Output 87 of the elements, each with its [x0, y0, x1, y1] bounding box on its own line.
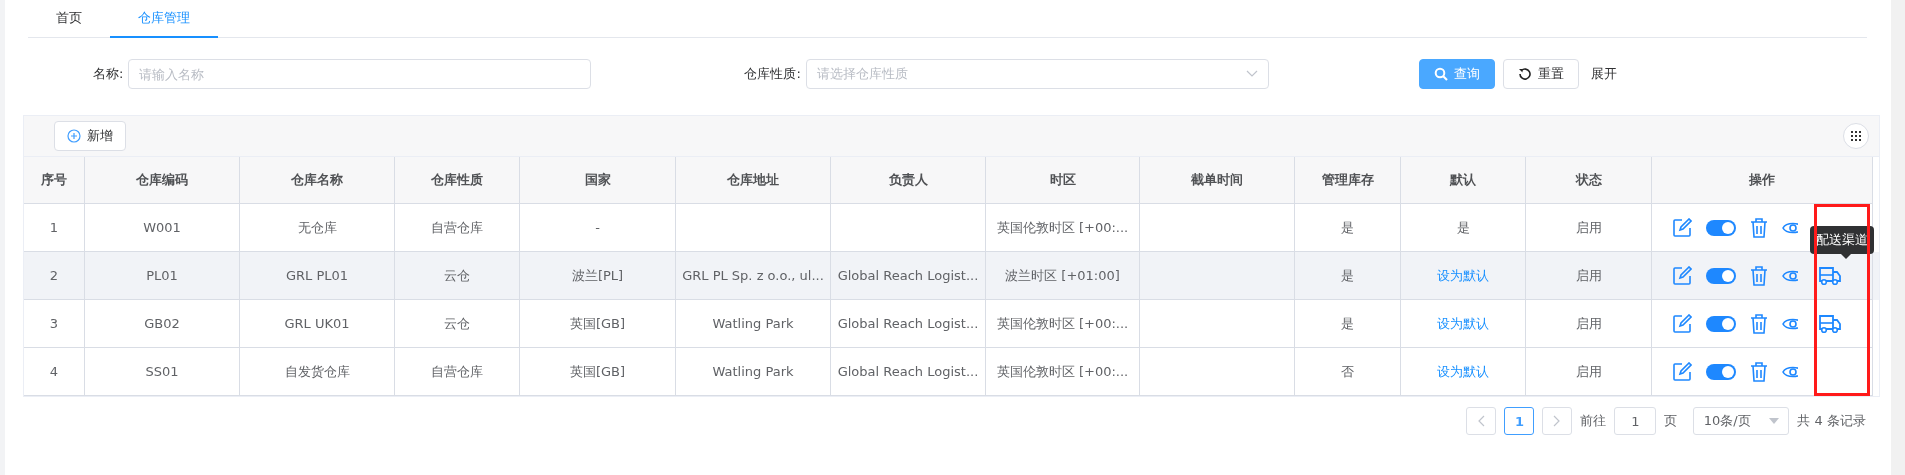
table-cell: 英国伦敦时区 [+00:... [986, 348, 1140, 396]
tooltip: 配送渠道 [1810, 226, 1874, 254]
table-cell: 英国伦敦时区 [+00:... [986, 300, 1140, 348]
plus-circle-icon [67, 129, 81, 143]
table-cell: Watling Park [676, 300, 831, 348]
table-cell: GRL PL Sp. z o.o., ul... [676, 252, 831, 300]
table-cell: 2 [24, 252, 85, 300]
column-header: 操作 [1652, 157, 1873, 204]
trash-icon[interactable] [1750, 313, 1768, 334]
table-cell: 启用 [1526, 252, 1652, 300]
table-row[interactable]: 4 SS01 自发货仓库 自营仓库 英国[GB] Watling Park Global Reach Logist... 英国伦敦时区 [+00:... 否 设为默认 启用 [24, 348, 1879, 396]
grid-icon [1850, 130, 1862, 142]
column-header: 负责人 [831, 157, 986, 204]
trash-icon[interactable] [1750, 217, 1768, 238]
toggle-switch[interactable] [1706, 315, 1736, 332]
truck-icon[interactable] [1818, 313, 1842, 334]
table-cell: 启用 [1526, 300, 1652, 348]
caret-icon [1769, 418, 1780, 424]
table-cell: 波兰[PL] [520, 252, 676, 300]
column-header: 截单时间 [1140, 157, 1295, 204]
set-default-link[interactable]: 设为默认 [1437, 314, 1489, 333]
table-cell: 波兰时区 [+01:00] [986, 252, 1140, 300]
table-cell: 是 [1456, 218, 1470, 237]
field-label: 仓库性质: [744, 65, 801, 83]
column-settings-button[interactable] [1843, 123, 1869, 149]
edit-icon[interactable] [1672, 217, 1692, 238]
table-cell: GB02 [85, 300, 240, 348]
chevron-right-icon [1553, 415, 1562, 427]
table-row[interactable]: 3 GB02 GRL UK01 云仓 英国[GB] Watling Park Global Reach Logist... 英国伦敦时区 [+00:... 是 设为默认 启用 [24, 300, 1879, 348]
table-cell: 自发货仓库 [240, 348, 395, 396]
column-header: 管理库存 [1295, 157, 1401, 204]
column-header: 仓库地址 [676, 157, 831, 204]
tooltip-arrow [1841, 254, 1851, 259]
page-size-select[interactable]: 10条/页 [1693, 407, 1790, 435]
table-cell: Watling Park [676, 348, 831, 396]
column-header: 仓库性质 [395, 157, 520, 204]
table-cell: GRL PL01 [240, 252, 395, 300]
refresh-icon [1517, 67, 1532, 81]
edit-icon[interactable] [1672, 361, 1692, 382]
column-header: 序号 [24, 157, 85, 204]
tab[interactable]: 首页 [28, 0, 110, 38]
chevron-icon [1245, 70, 1258, 78]
column-header: 状态 [1526, 157, 1652, 204]
table-cell: 是 [1295, 252, 1401, 300]
toggle-switch[interactable] [1706, 219, 1736, 236]
table-row[interactable]: 2 PL01 GRL PL01 云仓 波兰[PL] GRL PL Sp. z o.o., ul... Global Reach Logist... 波兰时区 [+01:00] 是 设为默认 启用 [24, 252, 1879, 300]
trash-icon[interactable] [1750, 265, 1768, 286]
page-number-field[interactable]: 1 [1614, 407, 1657, 435]
table-cell: 自营仓库 [395, 348, 520, 396]
column-header: 国家 [520, 157, 676, 204]
chevron-left-icon [1477, 415, 1486, 427]
total-count: 共 4 条记录 [1797, 412, 1866, 430]
column-header: 默认 [1401, 157, 1526, 204]
truck-icon[interactable] [1818, 265, 1842, 286]
table-cell: Global Reach Logist... [831, 300, 986, 348]
column-header: 仓库编码 [85, 157, 240, 204]
table-cell: 3 [24, 300, 85, 348]
tab[interactable]: 仓库管理 [110, 0, 218, 38]
goto-label: 前往 [1580, 412, 1607, 430]
table-cell: 云仓 [395, 300, 520, 348]
table-cell: 英国[GB] [520, 348, 676, 396]
toggle-switch[interactable] [1706, 363, 1736, 380]
table-cell: 云仓 [395, 252, 520, 300]
table-cell: GRL UK01 [240, 300, 395, 348]
table-cell: Global Reach Logist... [831, 252, 986, 300]
expand-link[interactable]: 展开 [1584, 64, 1623, 84]
table-cell: 否 [1295, 348, 1401, 396]
input-field[interactable]: 请输入名称 [128, 59, 592, 89]
search-icon [1433, 67, 1448, 81]
column-header: 仓库名称 [240, 157, 395, 204]
set-default-link[interactable]: 设为默认 [1437, 362, 1489, 381]
table-cell: 是 [1295, 300, 1401, 348]
add-button[interactable]: 新增 [54, 121, 126, 151]
edit-icon[interactable] [1672, 313, 1692, 334]
table-cell: SS01 [85, 348, 240, 396]
toggle-switch[interactable] [1706, 267, 1736, 284]
table-cell: PL01 [85, 252, 240, 300]
edit-icon[interactable] [1672, 265, 1692, 286]
table-cell: 启用 [1526, 348, 1652, 396]
table-cell: 英国[GB] [520, 300, 676, 348]
trash-icon[interactable] [1750, 361, 1768, 382]
field-label: 名称: [93, 65, 124, 83]
reset-button[interactable]: 重置 [1502, 59, 1579, 89]
table-cell: 4 [24, 348, 85, 396]
page-unit-label: 页 [1664, 412, 1678, 430]
table-cell: Global Reach Logist... [831, 348, 986, 396]
column-header: 时区 [986, 157, 1140, 204]
